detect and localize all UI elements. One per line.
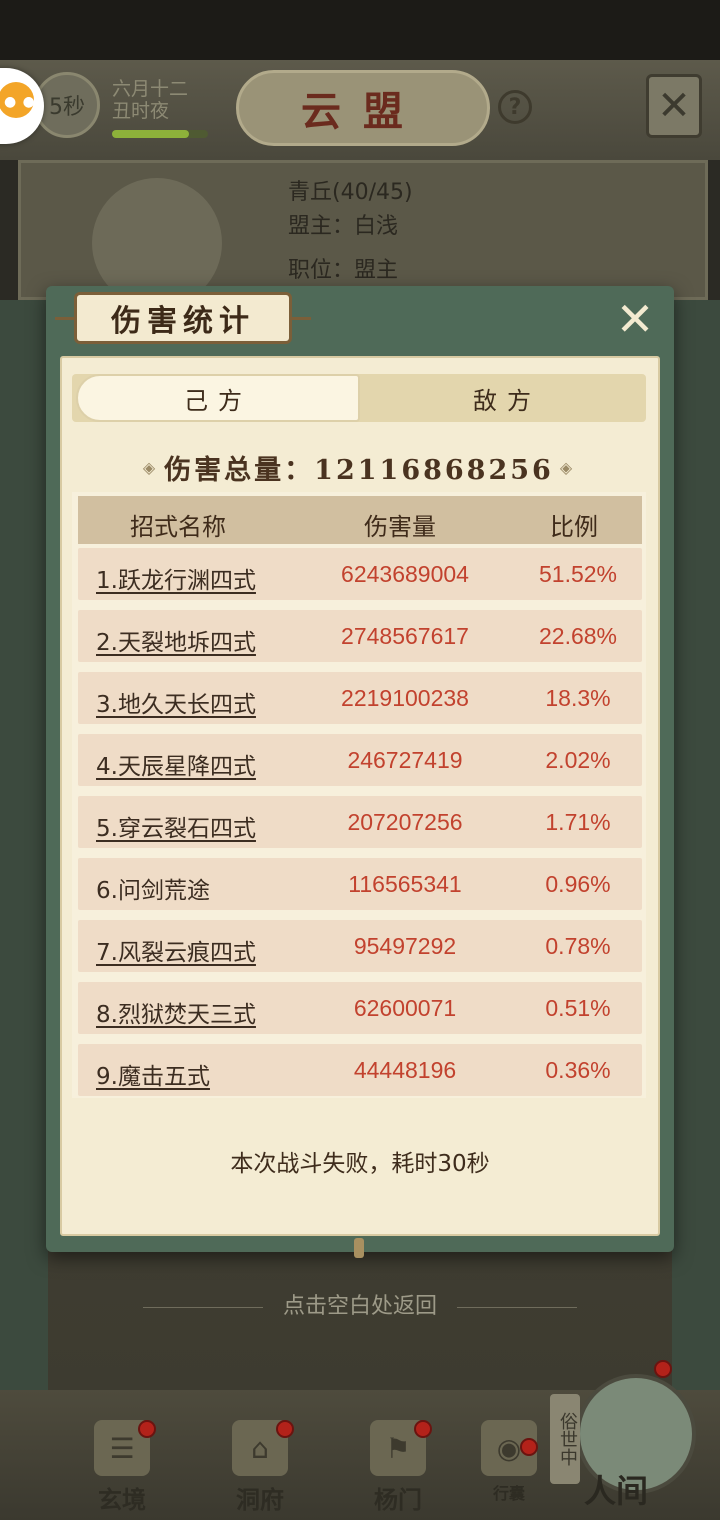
guild-position: 职位：盟主 — [288, 258, 399, 283]
table-row[interactable]: 8.烈狱焚天三式 62600071 0.51% — [78, 982, 642, 1034]
skill-name-link[interactable]: 4.天辰星降四式 — [96, 747, 256, 781]
left-scenery — [0, 300, 48, 1390]
skill-name-link[interactable]: 2.天裂地坼四式 — [96, 623, 256, 657]
damage-ratio: 18.3% — [545, 685, 611, 711]
guild-name: 青丘(40/45) — [288, 180, 413, 205]
damage-ratio: 0.51% — [545, 995, 611, 1021]
table-row[interactable]: 5.穿云裂石四式 207207256 1.71% — [78, 796, 642, 848]
damage-value: 116565341 — [348, 871, 462, 897]
total-damage-label: 伤害总量：12116868256 — [164, 454, 554, 486]
tab-enemy-side[interactable]: 敌方 — [372, 374, 642, 422]
table-row[interactable]: 4.天辰星降四式 246727419 2.02% — [78, 734, 642, 786]
column-header-ratio: 比例 — [550, 513, 598, 541]
diamond-icon: ◈ — [142, 457, 159, 477]
right-scenery — [672, 300, 720, 1390]
battle-result: 本次战斗失败，耗时30秒 — [230, 1151, 490, 1177]
damage-ratio: 0.78% — [545, 933, 611, 959]
skill-name-link[interactable]: 8.烈狱焚天三式 — [96, 995, 256, 1029]
guild-leader: 盟主：白浅 — [288, 214, 399, 239]
table-header: 招式名称 伤害量 比例 — [78, 496, 642, 544]
notification-dot — [520, 1438, 538, 1456]
column-header-damage: 伤害量 — [364, 513, 436, 541]
nav-item-xingnang[interactable]: ◉ 行囊 — [474, 1420, 544, 1510]
nav-label: 玄境 — [98, 1485, 146, 1514]
notification-dot — [276, 1420, 294, 1438]
column-header-skill: 招式名称 — [130, 513, 226, 541]
header-close-icon[interactable]: ✕ — [646, 74, 702, 138]
table-row[interactable]: 6.问剑荒途 116565341 0.96% — [78, 858, 642, 910]
damage-value: 207207256 — [347, 809, 463, 835]
skill-name-link[interactable]: 6.问剑荒途 — [96, 871, 210, 905]
nav-label: 杨门 — [374, 1485, 422, 1514]
date-line-2: 丑时夜 — [112, 100, 170, 122]
table-row[interactable]: 3.地久天长四式 2219100238 18.3% — [78, 672, 642, 724]
side-tabs: 己方 敌方 — [72, 374, 646, 422]
damage-ratio: 0.36% — [545, 1057, 611, 1083]
damage-value: 44448196 — [353, 1057, 457, 1083]
damage-value: 2748567617 — [341, 623, 469, 649]
damage-value: 95497292 — [353, 933, 457, 959]
date-line-1: 六月十二 — [112, 78, 189, 100]
status-bar — [0, 0, 720, 60]
game-date: 六月十二 丑时夜 — [112, 78, 188, 122]
damage-value: 2219100238 — [341, 685, 469, 711]
table-row[interactable]: 1.跃龙行渊四式 6243689004 51.52% — [78, 548, 642, 600]
notification-dot — [654, 1360, 672, 1378]
skill-name-link[interactable]: 9.魔击五式 — [96, 1057, 210, 1091]
notification-dot — [414, 1420, 432, 1438]
skill-name-link[interactable]: 3.地久天长四式 — [96, 685, 256, 719]
tab-own-side[interactable]: 己方 — [76, 374, 360, 422]
close-icon[interactable]: ✕ — [610, 294, 660, 344]
skill-name-link[interactable]: 7.风裂云痕四式 — [96, 933, 256, 967]
date-progress-bar — [112, 130, 208, 138]
total-damage: ◈ 伤害总量：12116868256 ◈ — [72, 442, 646, 492]
dialog-title: 伤害统计 — [55, 292, 311, 344]
damage-ratio: 51.52% — [538, 561, 617, 587]
return-hint[interactable]: 点击空白处返回 — [0, 1288, 720, 1320]
damage-value: 62600071 — [353, 995, 457, 1021]
table-row[interactable]: 7.风裂云痕四式 95497292 0.78% — [78, 920, 642, 972]
damage-ratio: 1.71% — [545, 809, 611, 835]
human-world-label: 人间 — [584, 1472, 649, 1510]
skill-name-link[interactable]: 5.穿云裂石四式 — [96, 809, 256, 843]
return-hint-label: 点击空白处返回 — [282, 1294, 437, 1319]
notification-dot — [138, 1420, 156, 1438]
page-title: 云盟 — [236, 70, 490, 146]
damage-table[interactable]: 招式名称 伤害量 比例 1.跃龙行渊四式 6243689004 51.52% 2.天裂… — [72, 492, 646, 1098]
table-row[interactable]: 9.魔击五式 44448196 0.36% — [78, 1044, 642, 1096]
table-row[interactable]: 2.天裂地坼四式 2748567617 22.68% — [78, 610, 642, 662]
damage-ratio: 2.02% — [545, 747, 611, 773]
nav-label: 行囊 — [492, 1484, 525, 1503]
damage-value: 6243689004 — [341, 561, 469, 587]
skill-name-link[interactable]: 1.跃龙行渊四式 — [96, 561, 256, 595]
help-icon[interactable]: ? — [498, 90, 532, 124]
damage-ratio: 22.68% — [538, 623, 617, 649]
dots-icon: ● ● — [4, 94, 36, 110]
diamond-icon: ◈ — [559, 457, 576, 477]
damage-value: 246727419 — [347, 747, 463, 773]
date-progress-fill — [112, 130, 189, 138]
nav-label: 洞府 — [236, 1485, 284, 1514]
world-tag: 俗世中 — [550, 1394, 580, 1484]
dialog-clasp — [354, 1238, 364, 1258]
damage-ratio: 0.96% — [545, 871, 611, 897]
